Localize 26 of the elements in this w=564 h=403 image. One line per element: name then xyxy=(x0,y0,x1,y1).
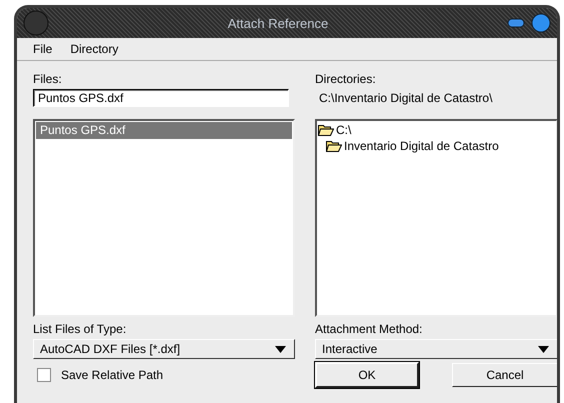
file-name-field[interactable]: Puntos GPS.dxf xyxy=(33,89,289,107)
files-label: Files: xyxy=(33,71,63,87)
dialog-button[interactable]: OK xyxy=(315,362,419,388)
dialog-button[interactable]: Cancel xyxy=(452,363,557,387)
file-entry[interactable]: Puntos GPS.dxf xyxy=(36,122,292,139)
attachment-method-label: Attachment Method: xyxy=(315,321,424,337)
file-type-label: List Files of Type: xyxy=(33,321,128,337)
directory-path: C:\Inventario Digital de Catastro\ xyxy=(318,90,494,107)
file-type-dropdown[interactable]: AutoCAD DXF Files [*.dxf] xyxy=(33,339,295,359)
caret-icon xyxy=(275,346,286,352)
dropdown-value: AutoCAD DXF Files [*.dxf] xyxy=(40,342,180,356)
checkbox-label: Save Relative Path xyxy=(61,368,164,382)
close-icon[interactable] xyxy=(531,13,551,33)
attachment-method-dropdown[interactable]: Interactive xyxy=(315,339,557,359)
caret-icon xyxy=(538,346,549,352)
folder-icon xyxy=(318,124,334,136)
dropdown-value: Interactive xyxy=(322,342,378,356)
checkbox[interactable] xyxy=(37,368,51,382)
folder-entry[interactable]: Inventario Digital de Catastro xyxy=(344,139,499,153)
directories-label: Directories: xyxy=(315,71,377,87)
menu-item[interactable]: File xyxy=(33,42,52,56)
folder-icon xyxy=(326,140,342,152)
window-title: Attach Reference xyxy=(226,16,330,30)
minimize-icon[interactable] xyxy=(507,17,525,29)
menu-item[interactable]: Directory xyxy=(70,42,118,56)
folder-entry[interactable]: C:\ xyxy=(336,123,352,137)
